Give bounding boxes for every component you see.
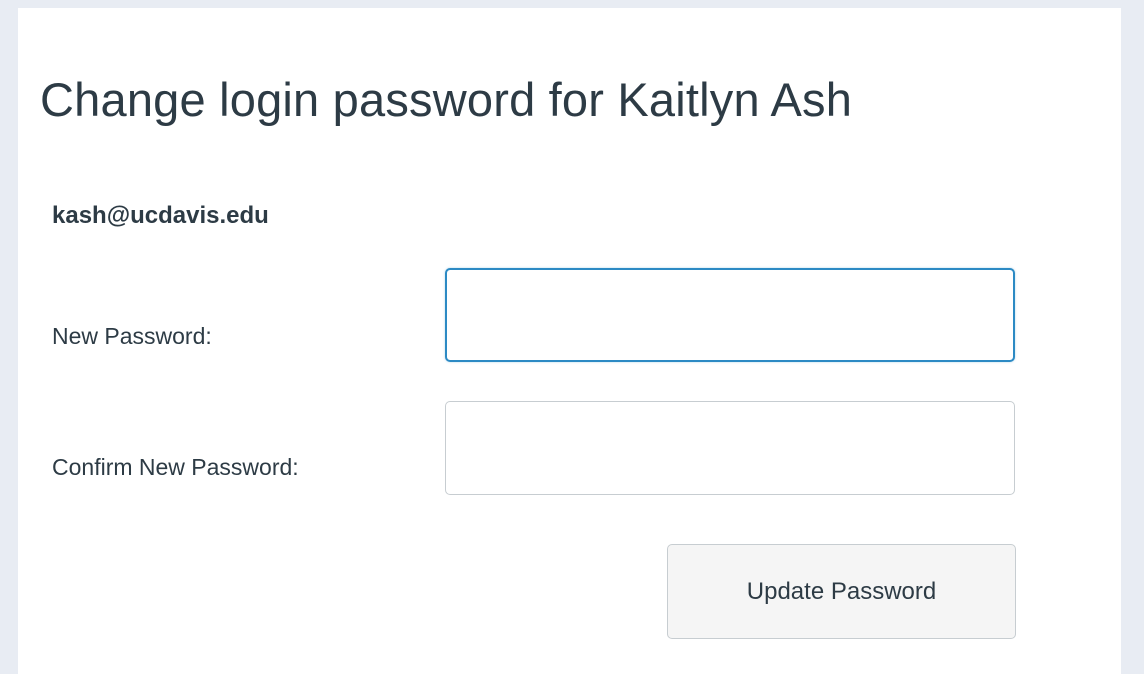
new-password-input[interactable] [445, 268, 1015, 362]
update-password-button[interactable]: Update Password [667, 544, 1016, 639]
page-title: Change login password for Kaitlyn Ash [40, 73, 853, 126]
change-password-panel: Change login password for Kaitlyn Ash ka… [18, 8, 1121, 674]
confirm-password-input[interactable] [445, 401, 1015, 495]
confirm-password-label: Confirm New Password: [52, 454, 299, 480]
new-password-label: New Password: [52, 323, 212, 349]
login-id: kash@ucdavis.edu [52, 202, 269, 229]
